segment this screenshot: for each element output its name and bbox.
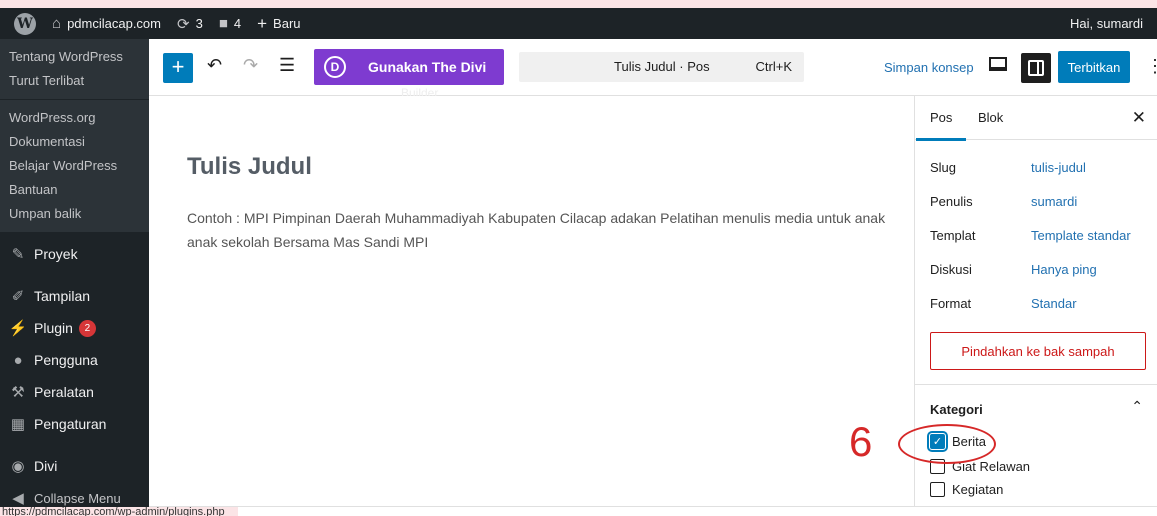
sidebar-item-proyek[interactable]: ✎ Proyek [0, 238, 149, 270]
update-badge: 2 [78, 319, 96, 337]
settings-toggle-button[interactable] [1021, 53, 1051, 83]
submenu-item[interactable]: Belajar WordPress [0, 154, 149, 178]
browser-status-url: https://pdmcilacap.com/wp-admin/plugins.… [0, 507, 238, 516]
home-icon: ⌂ [52, 15, 62, 32]
sidebar-item-label: Tampilan [34, 288, 91, 304]
admin-bar: W ⌂ pdmcilacap.com ⟳ 3 ■ 4 + Baru Hai, sumar… [0, 8, 1157, 39]
panel-tabs: Pos Blok ✕ [915, 96, 1157, 141]
divi-icon: ◉ [11, 458, 25, 475]
author-label: Penulis [930, 194, 973, 209]
annotation-step-number: 6 [849, 418, 873, 465]
sidebar-item-label: Plugin [34, 320, 73, 336]
slug-label: Slug [930, 160, 957, 175]
shortcut-hint: Ctrl+K [755, 59, 792, 74]
close-icon[interactable]: ✕ [1132, 108, 1146, 128]
comments-link[interactable]: ■ 4 [211, 8, 249, 39]
user-icon: ● [13, 351, 23, 369]
comments-count: 4 [233, 16, 242, 31]
new-label: Baru [273, 16, 301, 31]
sidebar-item-peralatan[interactable]: ⚒ Peralatan [0, 376, 149, 408]
checkbox-icon[interactable] [930, 482, 945, 497]
sidebar-item-label: Pengaturan [34, 416, 107, 432]
settings-icon: ▦ [10, 416, 26, 433]
document-title: Tulis Judul · Pos [614, 59, 710, 74]
tab-post[interactable]: Pos [915, 110, 968, 141]
updates-link[interactable]: ⟳ 3 [169, 8, 211, 39]
admin-sidebar: Tentang WordPress Turut Terlibat WordPre… [0, 39, 149, 516]
sidebar-item-tampilan[interactable]: ✐ Tampilan [0, 280, 149, 312]
submenu-item[interactable]: WordPress.org [0, 106, 149, 130]
sidebar-item-label: Peralatan [34, 384, 94, 400]
submenu-item[interactable]: Umpan balik [0, 202, 149, 226]
publish-button[interactable]: Terbitkan [1058, 51, 1130, 83]
submenu-item[interactable]: Tentang WordPress [0, 45, 149, 69]
format-label: Format [930, 296, 972, 311]
wrench-icon: ⚒ [11, 384, 25, 401]
submenu-item[interactable]: Turut Terlibat [0, 69, 149, 93]
brush-icon: ✐ [11, 288, 25, 305]
sidebar-item-label: Proyek [34, 246, 78, 262]
sidebar-icon [1028, 60, 1044, 76]
sidebar-item-divi[interactable]: ◉ Divi [0, 450, 149, 482]
editor-footer [149, 506, 1157, 516]
sidebar-item-label: Collapse Menu [34, 490, 121, 506]
annotation-ellipse [898, 424, 996, 464]
editor-canvas: Tulis Judul Contoh : MPI Pimpinan Daerah… [149, 96, 914, 506]
submenu-item[interactable]: Bantuan [0, 178, 149, 202]
divi-button-label: Gunakan The Divi [368, 59, 487, 75]
save-draft-button[interactable]: Simpan konsep [884, 60, 974, 75]
wordpress-logo-icon: W [14, 12, 36, 35]
wp-logo-menu[interactable]: W [0, 8, 44, 39]
undo-icon[interactable]: ↶ [207, 55, 222, 76]
updates-count: 3 [195, 16, 203, 31]
add-block-button[interactable]: + [163, 53, 193, 83]
discussion-label: Diskusi [930, 262, 972, 277]
sidebar-item-pengaturan[interactable]: ▦ Pengaturan [0, 408, 149, 440]
sidebar-item-label: Divi [34, 458, 58, 474]
author-value[interactable]: sumardi [1031, 194, 1077, 209]
template-value[interactable]: Template standar [1031, 228, 1131, 243]
template-label: Templat [930, 228, 976, 243]
new-content-link[interactable]: + Baru [249, 8, 308, 39]
category-item-kegiatan[interactable]: Kegiatan [930, 482, 1003, 497]
category-heading[interactable]: Kategori [930, 402, 983, 417]
sidebar-item-plugin[interactable]: ⚡ Plugin 2 [0, 312, 149, 344]
post-paragraph[interactable]: Contoh : MPI Pimpinan Daerah Muhammadiya… [187, 206, 887, 254]
chevron-up-icon[interactable]: ⌃ [1131, 398, 1143, 415]
updates-icon: ⟳ [177, 15, 190, 33]
wp-about-submenu: Tentang WordPress Turut Terlibat [0, 39, 149, 99]
document-overview-icon[interactable]: ☰ [279, 55, 295, 76]
move-to-trash-button[interactable]: Pindahkan ke bak sampah [930, 332, 1146, 370]
category-label: Kegiatan [952, 482, 1004, 497]
plugin-icon: ⚡ [8, 320, 28, 337]
collapse-icon: ◀ [12, 490, 24, 507]
format-value[interactable]: Standar [1031, 296, 1077, 311]
divi-icon: D [324, 56, 346, 78]
sidebar-item-pengguna[interactable]: ● Pengguna [0, 344, 149, 376]
tab-block[interactable]: Blok [978, 110, 1003, 125]
wp-links-submenu: WordPress.org Dokumentasi Belajar WordPr… [0, 99, 149, 232]
post-title[interactable]: Tulis Judul [187, 153, 312, 181]
divi-builder-button[interactable]: D Gunakan The Divi [314, 49, 504, 85]
command-palette-button[interactable]: Tulis Judul · Pos Ctrl+K [519, 52, 804, 82]
greeting: Hai, sumardi [1070, 16, 1143, 31]
sidebar-item-label: Pengguna [34, 352, 98, 368]
submenu-item[interactable]: Dokumentasi [0, 130, 149, 154]
panel-divider [915, 384, 1157, 385]
editor-toolbar: + ↶ ↷ ☰ D Gunakan The Divi Builder Tulis… [149, 39, 1157, 100]
pin-icon: ✎ [11, 246, 25, 263]
site-name-link[interactable]: ⌂ pdmcilacap.com [44, 8, 169, 39]
discussion-value[interactable]: Hanya ping [1031, 262, 1097, 277]
redo-icon[interactable]: ↷ [243, 55, 258, 76]
account-menu[interactable]: Hai, sumardi [1062, 8, 1157, 39]
site-name: pdmcilacap.com [67, 16, 161, 31]
preview-icon[interactable] [989, 57, 1007, 71]
plus-icon: + [257, 13, 268, 33]
slug-value[interactable]: tulis-judul [1031, 160, 1086, 175]
more-options-icon[interactable]: ⋮ [1146, 56, 1157, 77]
browser-top-strip [0, 0, 1157, 8]
comment-icon: ■ [218, 15, 228, 32]
